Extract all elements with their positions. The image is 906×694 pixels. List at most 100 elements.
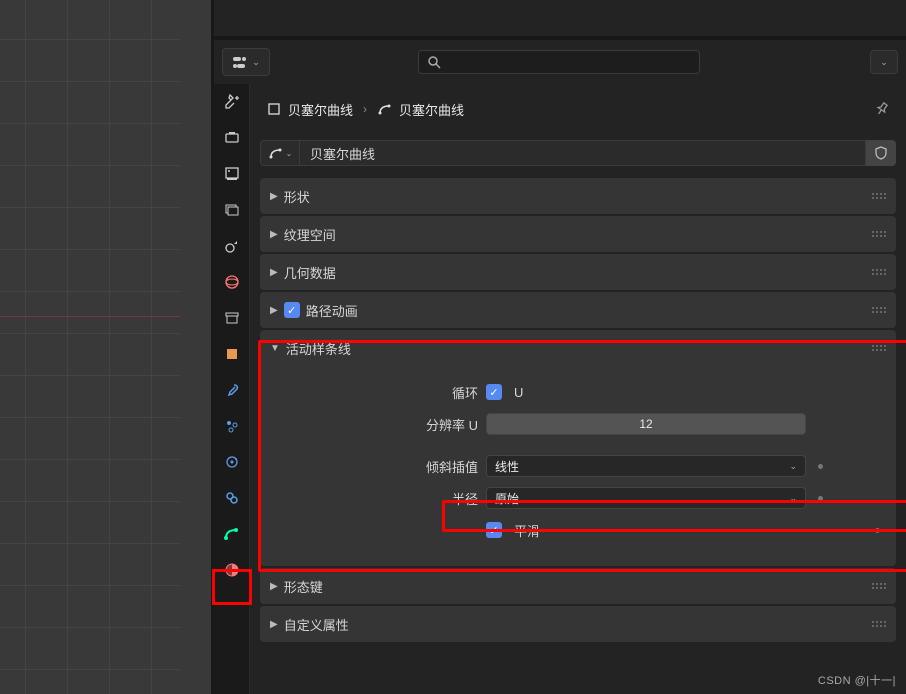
tab-object[interactable] <box>222 344 242 364</box>
fake-user-button[interactable] <box>866 140 896 166</box>
drag-handle-icon[interactable] <box>872 231 886 237</box>
breadcrumb-data[interactable]: 贝塞尔曲线 <box>377 100 464 119</box>
drag-handle-icon[interactable] <box>872 269 886 275</box>
datablock-browse[interactable]: ⌄ <box>260 140 300 166</box>
tab-render[interactable] <box>222 128 242 148</box>
chevron-right-icon: ▶ <box>270 229 278 240</box>
sliders-icon <box>232 55 250 69</box>
panel-active-spline-body: 循环 ✓ U 分辨率 U 12 倾斜插值 <box>260 366 896 562</box>
grid-overlay <box>0 0 180 694</box>
resolution-u-field[interactable]: 12 <box>486 413 806 435</box>
panel-texture-space-title: 纹理空间 <box>284 225 336 244</box>
resolution-label: 分辨率 U <box>272 415 486 434</box>
chevron-right-icon: › <box>363 102 367 116</box>
panel-shape-header[interactable]: ▶ 形状 <box>260 178 896 214</box>
anim-dot-icon[interactable] <box>875 528 880 533</box>
tab-scene[interactable] <box>222 236 242 256</box>
tilt-interp-select[interactable]: 线性 ⌄ <box>486 455 806 477</box>
options-button[interactable]: ⌄ <box>870 50 898 74</box>
anim-dot-icon[interactable] <box>818 496 823 501</box>
editor-type-selector[interactable]: ⌄ <box>222 48 270 76</box>
viewport-3d <box>0 0 211 694</box>
panel-custom-properties: ▶ 自定义属性 <box>260 606 896 642</box>
drag-handle-icon[interactable] <box>872 583 886 589</box>
panel-shape-title: 形状 <box>284 187 310 206</box>
radius-interp-label: 半径 <box>272 489 486 508</box>
drag-handle-icon[interactable] <box>872 307 886 313</box>
datablock-name-field[interactable]: 贝塞尔曲线 <box>300 140 866 166</box>
breadcrumb-data-label: 贝塞尔曲线 <box>399 100 464 119</box>
panel-active-spline-title: 活动样条线 <box>286 339 351 358</box>
chevron-right-icon: ▶ <box>270 305 278 316</box>
tab-output[interactable] <box>222 164 242 184</box>
cyclic-u-checkbox[interactable]: ✓ <box>486 384 502 400</box>
tab-particles[interactable] <box>222 416 242 436</box>
pin-icon <box>874 101 890 117</box>
panel-shape: ▶ 形状 <box>260 178 896 214</box>
panel-shape-keys-title: 形态键 <box>284 577 323 596</box>
properties-content: 贝塞尔曲线 › 贝塞尔曲线 ⌄ 贝塞尔曲线 <box>250 84 906 694</box>
chevron-down-icon: ⌄ <box>880 57 888 68</box>
panel-active-spline: ▼ 活动样条线 循环 ✓ U 分辨率 U 12 <box>260 330 896 566</box>
chevron-down-icon: ⌄ <box>789 461 797 472</box>
tab-viewlayer[interactable] <box>222 200 242 220</box>
panel-path-animation-title: 路径动画 <box>306 301 358 320</box>
drag-handle-icon[interactable] <box>872 345 886 351</box>
anim-dot-icon[interactable] <box>818 464 823 469</box>
search-input[interactable] <box>418 50 700 74</box>
breadcrumb-object-label: 贝塞尔曲线 <box>288 100 353 119</box>
tab-collection[interactable] <box>222 308 242 328</box>
radius-interp-select[interactable]: 原始 ⌄ <box>486 487 806 509</box>
panel-shape-keys-header[interactable]: ▶ 形态键 <box>260 568 896 604</box>
tab-tool[interactable] <box>222 92 242 112</box>
curve-icon <box>268 145 284 161</box>
viewport-grid[interactable] <box>0 0 180 694</box>
panel-active-spline-header[interactable]: ▼ 活动样条线 <box>260 330 896 366</box>
path-animation-checkbox[interactable]: ✓ <box>284 302 300 318</box>
panel-path-animation-header[interactable]: ▶ ✓ 路径动画 <box>260 292 896 328</box>
chevron-down-icon: ⌄ <box>789 493 797 504</box>
tilt-interp-label: 倾斜插值 <box>272 457 486 476</box>
panel-texture-space: ▶ 纹理空间 <box>260 216 896 252</box>
tab-physics[interactable] <box>222 452 242 472</box>
chevron-right-icon: ▶ <box>270 267 278 278</box>
breadcrumb: 贝塞尔曲线 › 贝塞尔曲线 <box>260 94 896 124</box>
axis-x-line <box>0 316 180 317</box>
panel-custom-properties-title: 自定义属性 <box>284 615 349 634</box>
smooth-checkbox[interactable]: ✓ <box>486 522 502 538</box>
chevron-down-icon: ⌄ <box>252 57 260 68</box>
tab-modifier[interactable] <box>222 380 242 400</box>
smooth-label: 平滑 <box>514 521 540 540</box>
object-icon <box>266 101 282 117</box>
chevron-right-icon: ▶ <box>270 619 278 630</box>
drag-handle-icon[interactable] <box>872 193 886 199</box>
breadcrumb-object[interactable]: 贝塞尔曲线 <box>266 100 353 119</box>
drag-handle-icon[interactable] <box>872 621 886 627</box>
chevron-down-icon: ⌄ <box>286 149 293 158</box>
cyclic-label: 循环 <box>272 383 486 402</box>
tab-constraint[interactable] <box>222 488 242 508</box>
chevron-right-icon: ▶ <box>270 581 278 592</box>
panel-shape-keys: ▶ 形态键 <box>260 568 896 604</box>
watermark: CSDN @|十一| <box>818 672 896 688</box>
panel-texture-space-header[interactable]: ▶ 纹理空间 <box>260 216 896 252</box>
properties-header: ⌄ ⌄ <box>214 40 906 84</box>
panel-geometry: ▶ 几何数据 <box>260 254 896 290</box>
tab-world[interactable] <box>222 272 242 292</box>
properties-tabs <box>214 84 250 694</box>
datablock-selector: ⌄ 贝塞尔曲线 <box>260 140 896 166</box>
search-icon <box>427 55 441 69</box>
curve-icon <box>377 101 393 117</box>
chevron-down-icon: ▼ <box>270 343 280 354</box>
cyclic-u-label: U <box>514 385 523 400</box>
properties-topbar <box>214 0 906 40</box>
properties-editor: ⌄ ⌄ <box>214 0 906 694</box>
panel-custom-properties-header[interactable]: ▶ 自定义属性 <box>260 606 896 642</box>
tab-material[interactable] <box>222 560 242 580</box>
tab-data-curve[interactable] <box>222 524 242 544</box>
panel-geometry-header[interactable]: ▶ 几何数据 <box>260 254 896 290</box>
shield-icon <box>874 146 888 160</box>
chevron-right-icon: ▶ <box>270 191 278 202</box>
pin-button[interactable] <box>874 101 890 117</box>
panel-geometry-title: 几何数据 <box>284 263 336 282</box>
